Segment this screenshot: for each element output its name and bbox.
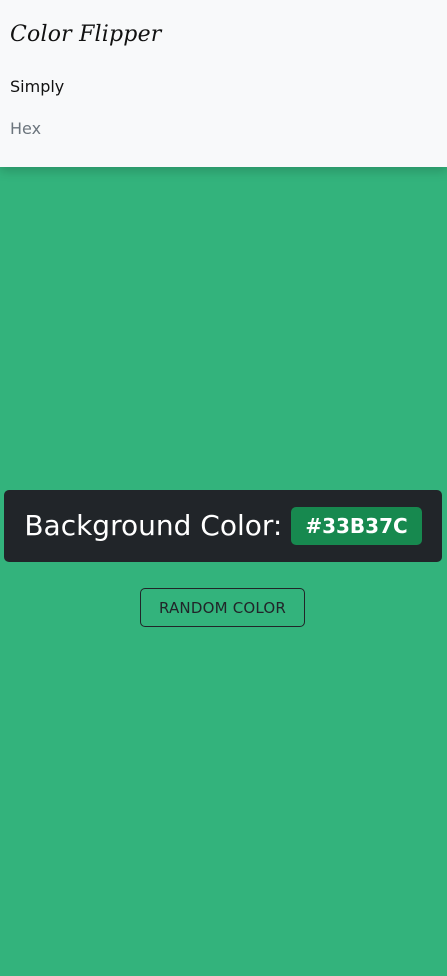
color-banner: Background Color: #33B37C: [4, 490, 442, 562]
background-color-label: Background Color:: [24, 509, 283, 542]
hex-value-badge: #33B37C: [291, 507, 422, 545]
nav-link-hex[interactable]: Hex: [10, 119, 41, 138]
nav-link-simply[interactable]: Simply: [10, 77, 64, 96]
brand-logo[interactable]: Color Flipper: [10, 22, 162, 47]
random-color-button[interactable]: RANDOM COLOR: [140, 588, 305, 627]
navbar: Color Flipper Simply Hex: [0, 0, 447, 167]
